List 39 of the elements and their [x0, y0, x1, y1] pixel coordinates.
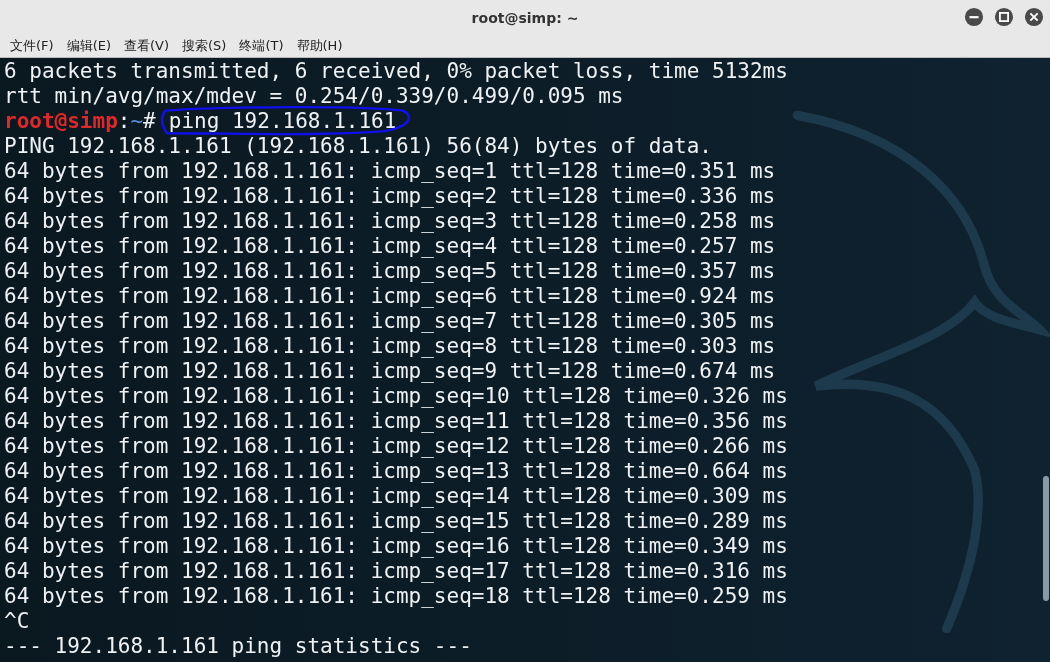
terminal-line: 64 bytes from 192.168.1.161: icmp_seq=18 ttl=128 time=0.259 ms	[4, 584, 789, 609]
terminal-line: ^C	[4, 609, 31, 634]
menu-item[interactable]: 帮助(H)	[296, 37, 343, 55]
scrollbar-thumb[interactable]	[1043, 476, 1049, 601]
terminal-line: 64 bytes from 192.168.1.161: icmp_seq=6 ttl=128 time=0.924 ms	[4, 284, 777, 309]
close-icon[interactable]	[1024, 7, 1044, 27]
terminal-line: 64 bytes from 192.168.1.161: icmp_seq=13 ttl=128 time=0.664 ms	[4, 459, 789, 484]
terminal-line: 64 bytes from 192.168.1.161: icmp_seq=5 ttl=128 time=0.357 ms	[4, 259, 777, 284]
terminal-line: 64 bytes from 192.168.1.161: icmp_seq=2 ttl=128 time=0.336 ms	[4, 184, 777, 209]
terminal-line: 64 bytes from 192.168.1.161: icmp_seq=3 ttl=128 time=0.258 ms	[4, 209, 777, 234]
window-title: root@simp: ~	[471, 9, 579, 26]
prompt-user: root@simp	[4, 109, 118, 134]
menu-item[interactable]: 搜索(S)	[182, 37, 227, 55]
terminal-line: 6 packets transmitted, 6 received, 0% packet loss, time 5132ms	[4, 59, 789, 84]
terminal-line: 64 bytes from 192.168.1.161: icmp_seq=8 ttl=128 time=0.303 ms	[4, 334, 777, 359]
terminal-line: --- 192.168.1.161 ping statistics ---	[4, 634, 473, 659]
terminal-line: 64 bytes from 192.168.1.161: icmp_seq=4 ttl=128 time=0.257 ms	[4, 234, 777, 259]
terminal-line: 64 bytes from 192.168.1.161: icmp_seq=9 ttl=128 time=0.674 ms	[4, 359, 777, 384]
terminal-line: 64 bytes from 192.168.1.161: icmp_seq=11 ttl=128 time=0.356 ms	[4, 409, 789, 434]
menu-item[interactable]: 查看(V)	[124, 37, 170, 55]
terminal-line: 64 bytes from 192.168.1.161: icmp_seq=12 ttl=128 time=0.266 ms	[4, 434, 789, 459]
menu-item[interactable]: 编辑(E)	[66, 37, 111, 55]
terminal-line: 64 bytes from 192.168.1.161: icmp_seq=15 ttl=128 time=0.289 ms	[4, 509, 789, 534]
prompt-symbol: #	[143, 109, 156, 134]
terminal-line: 64 bytes from 192.168.1.161: icmp_seq=16 ttl=128 time=0.349 ms	[4, 534, 789, 559]
terminal-line: rtt min/avg/max/mdev = 0.254/0.339/0.499/0.095 ms	[4, 84, 625, 109]
menu-item[interactable]: 终端(T)	[239, 37, 284, 55]
prompt-separator: :	[117, 109, 131, 134]
terminal-line: 64 bytes from 192.168.1.161: icmp_seq=7 ttl=128 time=0.305 ms	[4, 309, 777, 334]
menu-item[interactable]: 文件(F)	[10, 37, 54, 55]
command-text: ping 192.168.1.161	[168, 109, 397, 133]
prompt-path: ~	[130, 109, 144, 134]
terminal-line: 64 bytes from 192.168.1.161: icmp_seq=1 ttl=128 time=0.351 ms	[4, 159, 777, 184]
terminal-line: 64 bytes from 192.168.1.161: icmp_seq=10 ttl=128 time=0.326 ms	[4, 384, 789, 409]
minimize-icon[interactable]	[964, 7, 984, 27]
terminal-line: 64 bytes from 192.168.1.161: icmp_seq=17 ttl=128 time=0.316 ms	[4, 559, 789, 584]
maximize-icon[interactable]	[994, 7, 1014, 27]
terminal-line: 64 bytes from 192.168.1.161: icmp_seq=14 ttl=128 time=0.309 ms	[4, 484, 789, 509]
terminal-line: PING 192.168.1.161 (192.168.1.161) 56(84) bytes of data.	[4, 134, 713, 159]
